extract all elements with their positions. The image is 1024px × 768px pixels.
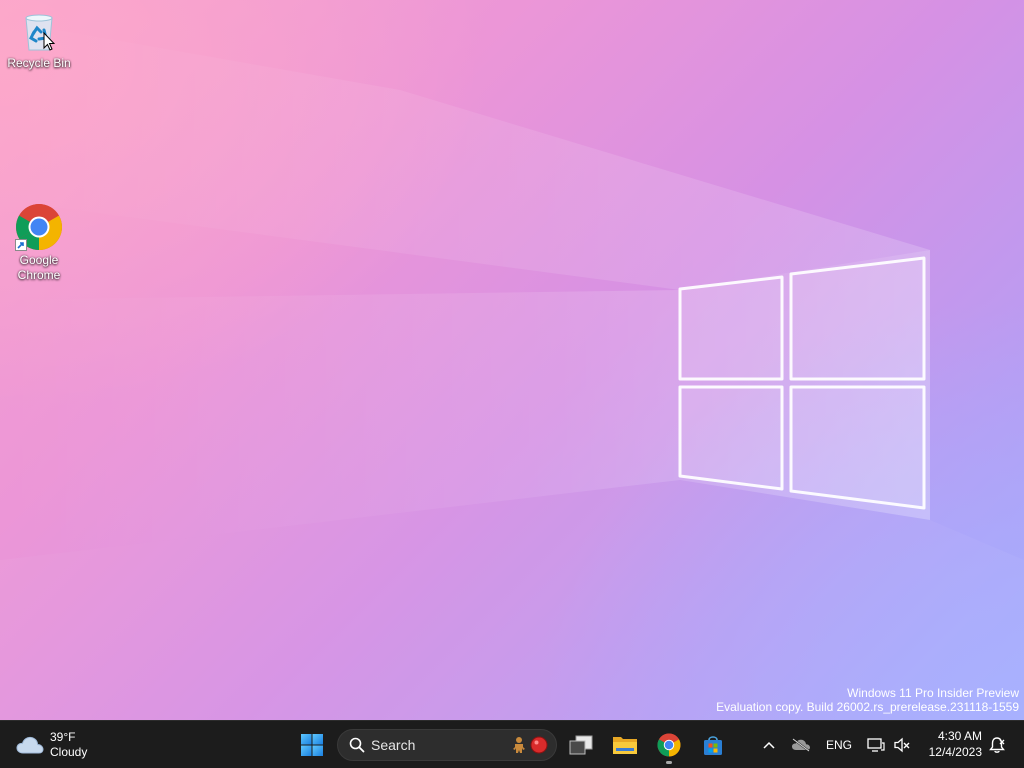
recycle-bin-icon [15, 6, 63, 54]
search-icon [349, 737, 365, 753]
file-explorer-icon [613, 737, 637, 754]
chrome-icon [15, 203, 63, 251]
windows-start-icon [301, 734, 323, 756]
running-indicator [666, 761, 672, 764]
input-language-button[interactable]: ENG [822, 727, 856, 763]
chevron-up-icon [763, 741, 775, 749]
taskbar-search-box[interactable]: Search [337, 729, 557, 761]
network-icon [867, 738, 885, 752]
cloud-icon [16, 736, 44, 754]
clock-time: 4:30 AM [937, 729, 982, 743]
volume-muted-icon [894, 737, 910, 753]
desktop-icon-label: Google Chrome [17, 253, 61, 282]
watermark-edition: Windows 11 Pro Insider Preview [847, 686, 1019, 700]
weather-condition: Cloudy [50, 745, 88, 759]
onedrive-status-button[interactable] [788, 727, 814, 763]
red-ornament-icon [530, 736, 548, 754]
notification-center-button[interactable] [984, 727, 1010, 763]
mouse-cursor-icon [43, 32, 55, 51]
microsoft-store-button[interactable] [693, 725, 733, 765]
taskbar[interactable]: 39°F Cloudy Search ENG 4:30 AM 12/4/2023 [0, 720, 1024, 768]
volume-button[interactable] [890, 727, 914, 763]
evaluation-watermark: Windows 11 Pro Insider Preview Evaluatio… [716, 686, 1019, 714]
system-clock[interactable]: 4:30 AM 12/4/2023 [929, 728, 982, 760]
notification-bell-icon [989, 737, 1005, 753]
task-view-button[interactable] [561, 725, 601, 765]
network-status-button[interactable] [864, 727, 888, 763]
desktop-icon-google-chrome[interactable]: Google Chrome [1, 203, 77, 283]
onedrive-offline-icon [792, 738, 810, 752]
shortcut-arrow-icon [15, 239, 27, 251]
weather-temperature: 39°F [50, 730, 76, 744]
show-hidden-icons-button[interactable] [758, 727, 780, 763]
chrome-taskbar-button[interactable] [649, 725, 689, 765]
clock-date: 12/4/2023 [928, 745, 982, 759]
weather-widget[interactable]: 39°F Cloudy [16, 727, 87, 763]
desktop[interactable]: Recycle Bin Google Chrome Windows 11 Pro… [0, 0, 1024, 720]
desktop-icon-recycle-bin[interactable]: Recycle Bin [1, 6, 77, 71]
task-view-icon [569, 735, 593, 755]
file-explorer-button[interactable] [605, 725, 645, 765]
desktop-icon-label: Recycle Bin [7, 56, 71, 70]
watermark-build: Evaluation copy. Build 26002.rs_prerelea… [716, 700, 1019, 714]
search-placeholder: Search [371, 737, 416, 753]
windows-logo-wallpaper [678, 256, 926, 510]
gingerbread-search-highlight-icon [513, 737, 525, 753]
start-button[interactable] [292, 725, 332, 765]
store-icon [704, 736, 722, 755]
chrome-icon [657, 733, 681, 757]
